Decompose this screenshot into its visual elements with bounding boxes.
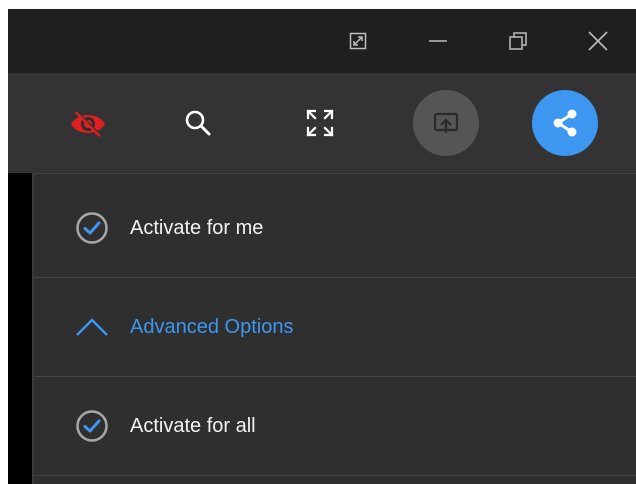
check-circle-icon	[74, 210, 110, 246]
eye-icon[interactable]	[60, 95, 116, 151]
check-circle-icon	[74, 408, 110, 444]
activate-for-all-label: Activate for all	[130, 414, 256, 437]
minimize-icon[interactable]	[424, 27, 452, 55]
activate-for-me-label: Activate for me	[130, 216, 264, 239]
content-area: Activate for me Advanced Options Activat…	[8, 173, 636, 484]
chevron-up-icon	[74, 309, 110, 345]
close-icon[interactable]	[584, 27, 612, 55]
advanced-options-toggle[interactable]: Advanced Options	[34, 278, 636, 377]
activate-for-me-option[interactable]: Activate for me	[34, 179, 636, 278]
restore-size-icon[interactable]	[344, 27, 372, 55]
activate-for-all-option[interactable]: Activate for all	[34, 377, 636, 476]
title-bar	[8, 9, 636, 73]
maximize-icon[interactable]	[504, 27, 532, 55]
cast-button[interactable]	[413, 90, 479, 156]
options-panel: Activate for me Advanced Options Activat…	[34, 173, 636, 484]
advanced-options-label: Advanced Options	[130, 315, 294, 338]
search-icon[interactable]	[170, 95, 226, 151]
share-button[interactable]	[532, 90, 598, 156]
fullscreen-icon[interactable]	[292, 95, 348, 151]
share-icon	[553, 109, 577, 137]
app-window: Activate for me Advanced Options Activat…	[8, 9, 636, 484]
cast-icon	[433, 112, 459, 133]
toolbar	[8, 73, 636, 173]
